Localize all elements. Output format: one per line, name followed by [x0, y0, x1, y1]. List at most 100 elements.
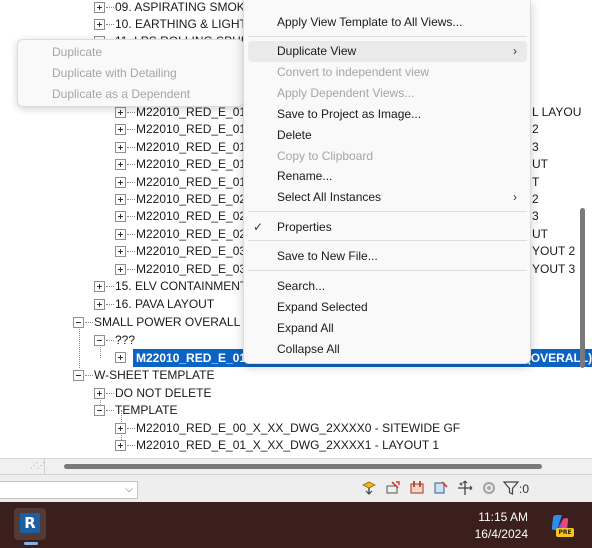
expand-icon[interactable] — [115, 229, 126, 240]
tree-node-label: 09. ASPIRATING SMOKE — [115, 0, 253, 14]
tree-node[interactable]: TEMPLATE — [0, 402, 592, 419]
tree-connector — [106, 304, 114, 305]
tree-node-label: M22010_RED_E_01_( — [136, 175, 257, 189]
submenu-arrow-icon: › — [513, 190, 517, 204]
expand-icon[interactable] — [115, 194, 126, 205]
tree-connector — [127, 269, 135, 270]
expand-icon[interactable] — [94, 388, 105, 399]
expand-icon[interactable] — [115, 423, 126, 434]
checkmark-icon: ✓ — [252, 220, 264, 234]
menu-item-save-to-new-file[interactable]: Save to New File... — [277, 246, 378, 266]
collapse-icon[interactable] — [73, 370, 84, 381]
tree-node-label: M22010_RED_E_01_( — [136, 122, 257, 136]
expand-icon[interactable] — [115, 177, 126, 188]
clock-date[interactable]: 16/4/2024 — [460, 527, 528, 541]
underlay-selection-icon[interactable] — [384, 479, 402, 497]
menu-item-search[interactable]: Search... — [277, 276, 325, 296]
collapse-icon[interactable] — [94, 335, 105, 346]
expand-icon[interactable] — [115, 352, 126, 363]
tree-node-label: M22010_RED_E_01_X_XX_DWG_2XXXX1 - LAYOUT… — [136, 438, 440, 452]
pinned-selection-icon[interactable] — [408, 479, 426, 497]
expand-icon[interactable] — [115, 440, 126, 451]
tree-node-label-fragment: L LAYOU — [532, 105, 582, 119]
expand-icon[interactable] — [94, 299, 105, 310]
tree-connector — [106, 410, 114, 411]
tree-connector — [127, 428, 135, 429]
expand-icon[interactable] — [115, 159, 126, 170]
tree-connector — [85, 322, 93, 323]
menu-separator — [248, 211, 527, 212]
menu-item-convert-to-independent-view[interactable]: Convert to independent view — [277, 62, 429, 82]
workset-combo[interactable] — [0, 481, 138, 499]
tree-node-label-fragment: 3 — [532, 140, 539, 154]
menu-item-duplicate-view[interactable]: Duplicate View — [277, 41, 356, 61]
expand-icon[interactable] — [115, 211, 126, 222]
tree-node-label: 15. ELV CONTAINMENT — [115, 279, 248, 293]
menu-item-select-all-instances[interactable]: Select All Instances — [277, 187, 381, 207]
tree-node-label: W-SHEET TEMPLATE — [94, 368, 215, 382]
menu-item-properties[interactable]: Properties — [277, 217, 332, 237]
tree-node[interactable]: M22010_RED_E_00_X_XX_DWG_2XXXX0 - SITEWI… — [0, 420, 592, 437]
menu-item-apply-dependent-views[interactable]: Apply Dependent Views... — [277, 83, 414, 103]
tree-node-label-fragment: 2 — [532, 192, 539, 206]
menu-item-apply-view-template-to-all-views[interactable]: Apply View Template to All Views... — [277, 12, 462, 32]
submenu-item-duplicate-as-a-dependent[interactable]: Duplicate as a Dependent — [52, 84, 190, 104]
drag-elements-icon[interactable] — [456, 479, 474, 497]
tree-connector — [106, 24, 114, 25]
tree-node-label: M22010_RED_E_00_X_XX_DWG_2XXXX0 - SITEWI… — [136, 421, 461, 435]
expand-icon[interactable] — [115, 142, 126, 153]
tree-connector — [127, 199, 135, 200]
expand-icon[interactable] — [94, 281, 105, 292]
tree-connector — [85, 375, 93, 376]
menu-item-collapse-all[interactable]: Collapse All — [277, 339, 340, 359]
tree-node[interactable]: DO NOT DELETE — [0, 385, 592, 402]
active-app-indicator — [24, 542, 38, 545]
menu-item-copy-to-clipboard[interactable]: Copy to Clipboard — [277, 146, 373, 166]
tree-node-label: 10. EARTHING & LIGHTN — [115, 17, 256, 31]
horizontal-scrollbar-thumb[interactable] — [64, 464, 542, 469]
tree-node-label-fragment: UT — [532, 227, 548, 241]
tree-node-label: M22010_RED_E_01_( — [136, 157, 257, 171]
menu-separator — [248, 240, 527, 241]
submenu-item-duplicate-with-detailing[interactable]: Duplicate with Detailing — [52, 63, 177, 83]
filter-count: :0 — [519, 482, 530, 496]
menu-item-expand-selected[interactable]: Expand Selected — [277, 297, 368, 317]
menu-separator — [248, 270, 527, 271]
menu-item-save-to-project-as-image[interactable]: Save to Project as Image... — [277, 104, 421, 124]
tree-node-label-fragment: YOUT 2 — [532, 244, 576, 258]
resize-grip-icon[interactable]: ⋰⋰ — [30, 461, 45, 471]
background-processes-icon[interactable] — [480, 479, 498, 497]
menu-item-rename[interactable]: Rename... — [277, 166, 332, 186]
expand-icon[interactable] — [94, 2, 105, 13]
tree-connector — [106, 286, 114, 287]
tree-node-label-fragment: T — [532, 175, 540, 189]
chevron-down-icon[interactable]: ⌵ — [122, 482, 136, 498]
expand-icon[interactable] — [115, 264, 126, 275]
tree-node[interactable]: M22010_RED_E_01_X_XX_DWG_2XXXX1 - LAYOUT… — [0, 437, 592, 454]
clock-time[interactable]: 11:15 AM — [460, 510, 528, 524]
tree-node-label-fragment: 3 — [532, 209, 539, 223]
expand-icon[interactable] — [94, 19, 105, 30]
tree-node-label: M22010_RED_E_01_( — [136, 140, 257, 154]
tree-connector — [127, 147, 135, 148]
tree-node-label-fragment: UT — [532, 157, 548, 171]
revit-icon[interactable]: R — [20, 513, 40, 533]
expand-icon[interactable] — [115, 107, 126, 118]
tree-connector — [127, 112, 135, 113]
tree-node-label: ??? — [115, 333, 136, 347]
menu-item-delete[interactable]: Delete — [277, 125, 312, 145]
expand-icon[interactable] — [115, 246, 126, 257]
select-by-face-icon[interactable] — [432, 479, 450, 497]
collapse-icon[interactable] — [73, 317, 84, 328]
tree-connector — [127, 182, 135, 183]
vertical-scrollbar-thumb[interactable] — [580, 208, 585, 368]
tree-node-label: M22010_RED_E_03_( — [136, 262, 257, 276]
filter-icon[interactable] — [502, 479, 520, 497]
link-selection-icon[interactable] — [360, 479, 378, 497]
menu-item-expand-all[interactable]: Expand All — [277, 318, 334, 338]
submenu-item-duplicate[interactable]: Duplicate — [52, 42, 102, 62]
expand-icon[interactable] — [115, 124, 126, 135]
collapse-icon[interactable] — [94, 405, 105, 416]
tree-node[interactable]: W-SHEET TEMPLATE — [0, 367, 592, 384]
tree-node-label: DO NOT DELETE — [115, 386, 212, 400]
